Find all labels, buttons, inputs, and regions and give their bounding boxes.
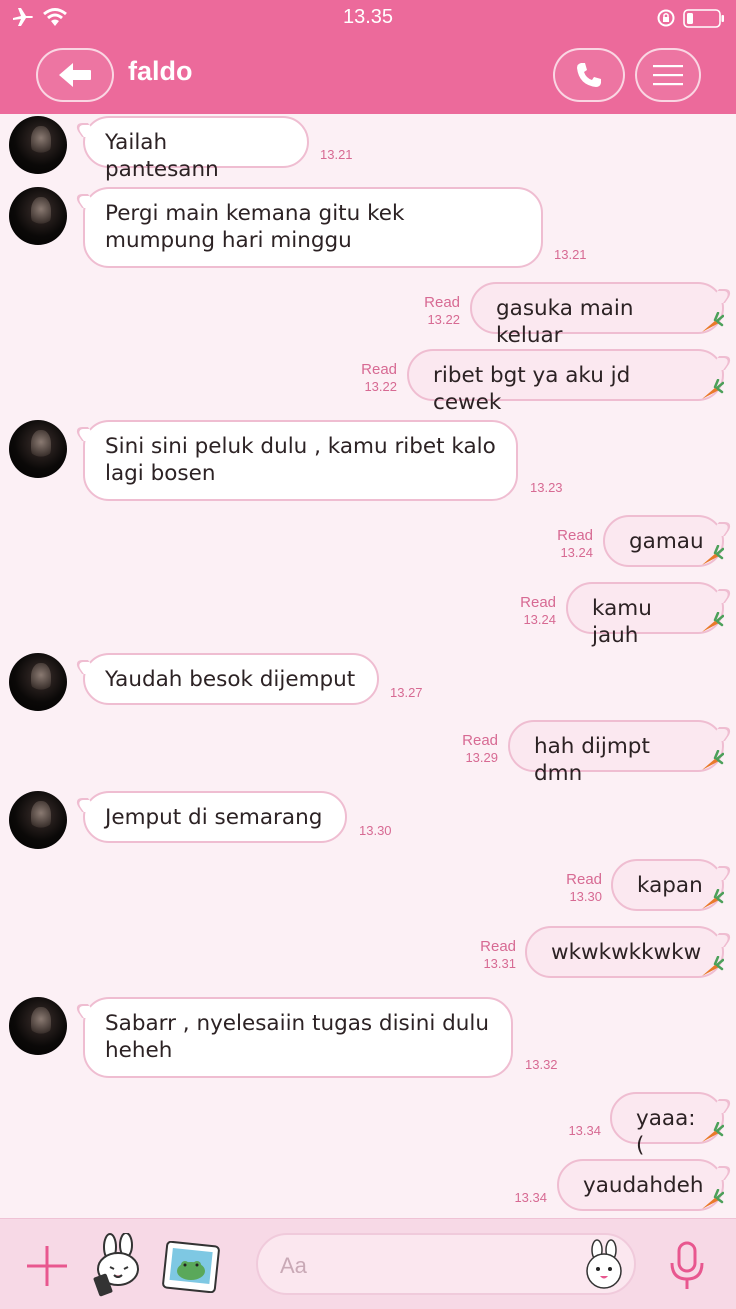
bunny-sticker-icon[interactable] [88,1233,150,1299]
contact-name[interactable]: faldo [128,56,193,87]
message-meta: 13.32 [525,1056,558,1073]
message-time: 13.31 [483,956,516,971]
message-bubble-incoming[interactable]: Pergi main kemana gitu kek mumpung hari … [83,187,543,268]
message-list[interactable]: Yailah pantesann 13.21 Pergi main kemana… [0,114,736,1218]
message-text: gasuka main keluar [496,296,634,348]
message-time: 13.30 [359,823,392,838]
photo-sticker-icon[interactable] [162,1241,220,1293]
status-bar: 13.35 [0,0,736,36]
message-text: Pergi main kemana gitu kek mumpung hari … [105,201,405,253]
emoji-sticker-button-icon[interactable] [582,1239,626,1289]
message-bubble-outgoing[interactable]: gasuka main keluar [470,282,724,348]
message-input-placeholder: Aa [280,1253,307,1278]
message-meta: Read 13.30 [566,871,602,905]
carrot-sticker-icon [702,312,724,332]
message-text: gamau [629,529,704,554]
message-meta: 13.21 [320,146,353,163]
message-meta: 13.23 [530,479,563,496]
message-bubble-outgoing[interactable]: ribet bgt ya aku jd cewek [407,349,724,415]
chat-header: faldo [0,36,736,114]
message-time: 13.22 [364,379,397,394]
message-time: 13.34 [568,1123,601,1138]
message-meta: Read 13.24 [557,527,593,561]
message-time: 13.34 [514,1190,547,1205]
carrot-sticker-icon [702,750,724,770]
battery-icon [683,9,724,28]
plus-icon[interactable] [26,1245,68,1287]
message-bubble-incoming[interactable]: Sini sini peluk dulu , kamu ribet kalo l… [83,420,518,501]
message-bubble-incoming[interactable]: Sabarr , nyelesaiin tugas disini dulu he… [83,997,513,1078]
read-receipt: Read [520,594,556,611]
avatar[interactable] [9,997,67,1055]
message-meta: 13.21 [554,246,587,263]
message-meta: 13.27 [390,684,423,701]
back-arrow-icon [59,63,91,87]
message-text: wkwkwkkwkw [551,940,702,965]
message-bubble-incoming[interactable]: Yaudah besok dijemput [83,653,379,705]
message-bubble-outgoing[interactable]: yaudahdeh [557,1159,724,1211]
avatar[interactable] [9,791,67,849]
message-text: Sini sini peluk dulu , kamu ribet kalo l… [105,434,496,486]
message-meta: 13.34 [514,1189,547,1206]
carrot-sticker-icon [702,379,724,399]
status-time: 13.35 [342,6,394,28]
carrot-sticker-icon [702,545,724,565]
message-meta: Read 13.22 [424,294,460,328]
message-text: yaaa:( [636,1106,696,1158]
microphone-icon[interactable] [668,1241,706,1291]
carrot-sticker-icon [702,956,724,976]
message-bubble-incoming[interactable]: Yailah pantesann [83,116,309,182]
avatar[interactable] [9,187,67,245]
message-text: kamu jauh [592,596,652,648]
hamburger-menu-icon [653,65,683,86]
phone-icon [577,63,601,87]
carrot-sticker-icon [702,889,724,909]
message-time: 13.23 [530,480,563,495]
message-time: 13.32 [525,1057,558,1072]
message-text: yaudahdeh [583,1173,704,1198]
message-bubble-incoming[interactable]: Jemput di semarang [83,791,347,843]
message-text: Sabarr , nyelesaiin tugas disini dulu he… [105,1011,490,1063]
message-meta: 13.30 [359,822,392,839]
menu-button[interactable] [635,48,701,102]
read-receipt: Read [557,527,593,544]
message-text: Jemput di semarang [105,805,323,830]
message-text: ribet bgt ya aku jd cewek [433,363,631,415]
read-receipt: Read [361,361,397,378]
read-receipt: Read [566,871,602,888]
read-receipt: Read [462,732,498,749]
back-button[interactable] [36,48,114,102]
message-text: kapan [637,873,703,898]
avatar[interactable] [9,653,67,711]
carrot-sticker-icon [702,1122,724,1142]
message-time: 13.21 [554,247,587,262]
message-time: 13.21 [320,147,353,162]
message-time: 13.22 [427,312,460,327]
message-bubble-outgoing[interactable]: wkwkwkkwkw [525,926,724,978]
message-text: Yaudah besok dijemput [105,667,356,692]
read-receipt: Read [480,938,516,955]
message-text: Yailah pantesann [105,130,219,182]
carrot-sticker-icon [702,1189,724,1209]
message-bubble-outgoing[interactable]: hah dijmpt dmn [508,720,724,786]
call-button[interactable] [553,48,625,102]
orientation-lock-icon [657,9,675,27]
message-text: hah dijmpt dmn [534,734,650,786]
message-meta: Read 13.29 [462,732,498,766]
read-receipt: Read [424,294,460,311]
message-time: 13.24 [560,545,593,560]
message-time: 13.30 [569,889,602,904]
message-input[interactable]: Aa [256,1233,636,1295]
message-meta: Read 13.22 [361,361,397,395]
avatar[interactable] [9,116,67,174]
message-time: 13.27 [390,685,423,700]
message-time: 13.29 [465,750,498,765]
message-time: 13.24 [523,612,556,627]
message-meta: Read 13.31 [480,938,516,972]
carrot-sticker-icon [702,612,724,632]
avatar[interactable] [9,420,67,478]
composer-bar: Aa [0,1218,736,1309]
message-meta: 13.34 [568,1122,601,1139]
message-meta: Read 13.24 [520,594,556,628]
